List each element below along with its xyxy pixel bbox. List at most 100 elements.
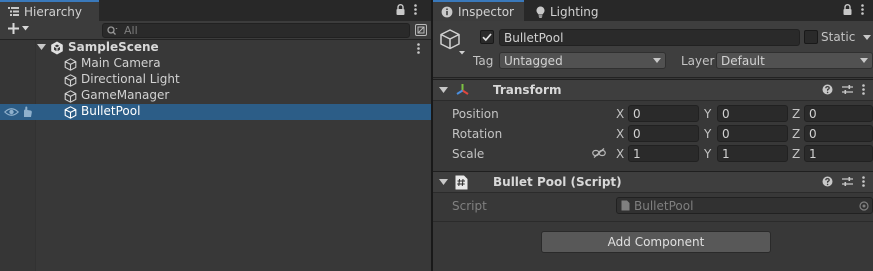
foldout-triangle-icon[interactable] [439, 179, 448, 186]
position-y-axis-label[interactable]: Y [704, 107, 711, 121]
scale-z-axis-label[interactable]: Z [792, 147, 800, 161]
object-header: BulletPool Static Tag Untagged Layer Def… [433, 21, 873, 78]
tab-hierarchy-label: Hierarchy [24, 4, 83, 19]
hierarchy-item-label: GameManager [81, 88, 170, 102]
tab-lighting[interactable]: Lighting [528, 0, 620, 21]
tag-dropdown[interactable]: Untagged [499, 52, 666, 69]
hierarchy-list-icon [8, 7, 19, 16]
static-checkbox[interactable] [804, 30, 818, 44]
help-icon[interactable] [822, 176, 833, 187]
hierarchy-panel: Hierarchy All SampleScene Main Camera Di… [0, 0, 432, 271]
pick-hand-icon[interactable] [21, 106, 33, 118]
position-z-field[interactable]: 0 [804, 105, 873, 122]
add-component-label: Add Component [607, 235, 705, 249]
rotation-label: Rotation [452, 127, 503, 141]
position-x-axis-label[interactable]: X [616, 107, 624, 121]
position-z-value: 0 [809, 106, 817, 121]
search-input[interactable] [124, 24, 384, 37]
object-name-field[interactable]: BulletPool [499, 29, 800, 46]
static-dropdown-icon[interactable] [863, 35, 871, 40]
add-component-button[interactable]: Add Component [541, 231, 771, 253]
foldout-triangle-icon[interactable] [439, 87, 448, 94]
scale-z-field[interactable]: 1 [804, 145, 873, 162]
gameobject-cube-icon [64, 90, 77, 103]
tab-inspector[interactable]: Inspector [433, 0, 524, 21]
script-reference-value: BulletPool [634, 198, 694, 213]
rotation-z-field[interactable]: 0 [804, 125, 873, 142]
chevron-down-icon [860, 58, 868, 63]
presets-sliders-icon[interactable] [842, 84, 853, 95]
add-object-button[interactable] [8, 23, 29, 34]
scale-y-value: 1 [722, 146, 730, 161]
transform-axes-icon [455, 83, 470, 98]
hierarchy-item-bulletpool[interactable]: BulletPool [0, 104, 431, 120]
rotation-x-field[interactable]: 0 [628, 125, 699, 142]
rotation-y-value: 0 [722, 126, 730, 141]
component-divider [433, 221, 873, 222]
gameobject-cube-icon [64, 74, 77, 87]
unity-scene-icon [50, 41, 64, 55]
presets-sliders-icon[interactable] [842, 176, 853, 187]
kebab-menu-icon[interactable] [414, 4, 417, 15]
tag-label: Tag [473, 54, 494, 68]
component-menu-icon[interactable] [862, 176, 865, 187]
script-file-icon [455, 175, 468, 190]
hierarchy-item-label: Directional Light [81, 72, 180, 86]
active-checkbox[interactable] [480, 30, 494, 44]
object-picker-icon [859, 201, 869, 211]
rotation-z-axis-label[interactable]: Z [792, 127, 800, 141]
position-y-field[interactable]: 0 [717, 105, 788, 122]
inspector-tabbar: Inspector Lighting [433, 0, 873, 21]
scene-visibility-icon[interactable] [415, 24, 427, 36]
position-x-field[interactable]: 0 [628, 105, 699, 122]
rotation-x-axis-label[interactable]: X [616, 127, 624, 141]
component-menu-icon[interactable] [862, 84, 865, 95]
lock-icon[interactable] [843, 4, 852, 15]
script-reference-field: BulletPool [616, 197, 873, 214]
constrain-proportions-link-icon[interactable] [592, 148, 606, 158]
eye-visibility-icon[interactable] [4, 107, 19, 117]
component-enabled-checkbox-slot [474, 175, 488, 189]
rotation-x-value: 0 [633, 126, 641, 141]
position-z-axis-label[interactable]: Z [792, 107, 800, 121]
layer-dropdown[interactable]: Default [716, 52, 873, 69]
hierarchy-search[interactable] [102, 23, 410, 38]
panel-splitter[interactable] [432, 0, 433, 271]
script-file-small-icon [621, 200, 630, 211]
gameobject-icon[interactable] [440, 29, 466, 55]
bullet-pool-script-header[interactable]: Bullet Pool (Script) [433, 171, 873, 193]
lock-icon[interactable] [396, 4, 405, 15]
position-label: Position [452, 107, 499, 121]
rotation-y-axis-label[interactable]: Y [704, 127, 711, 141]
static-label: Static [821, 30, 856, 44]
scale-x-axis-label[interactable]: X [616, 147, 624, 161]
hierarchy-item-main-camera[interactable]: Main Camera [0, 56, 431, 72]
tab-hierarchy[interactable]: Hierarchy [0, 0, 99, 21]
scale-y-axis-label[interactable]: Y [704, 147, 711, 161]
triangle-down-icon[interactable] [37, 44, 46, 51]
rotation-z-value: 0 [809, 126, 817, 141]
position-y-value: 0 [722, 106, 730, 121]
scale-x-field[interactable]: 1 [628, 145, 699, 162]
scene-menu-icon[interactable] [417, 43, 420, 54]
kebab-menu-icon[interactable] [861, 4, 864, 15]
layer-label: Layer [681, 54, 715, 68]
hierarchy-toolbar [0, 21, 431, 40]
tab-inspector-label: Inspector [458, 4, 514, 19]
hierarchy-item-directional-light[interactable]: Directional Light [0, 72, 431, 88]
help-icon[interactable] [822, 84, 833, 95]
gameobject-cube-icon [64, 58, 77, 71]
tab-lighting-label: Lighting [550, 4, 599, 19]
rotation-y-field[interactable]: 0 [717, 125, 788, 142]
hierarchy-item-label: BulletPool [81, 104, 141, 118]
object-name-value: BulletPool [504, 30, 564, 45]
chevron-down-icon [22, 26, 29, 31]
chevron-down-icon [653, 58, 661, 63]
layer-value: Default [721, 53, 765, 68]
scene-name: SampleScene [68, 40, 159, 54]
transform-header[interactable]: Transform [433, 79, 873, 101]
hierarchy-item-gamemanager[interactable]: GameManager [0, 88, 431, 104]
scene-row[interactable]: SampleScene [0, 40, 431, 56]
scale-y-field[interactable]: 1 [717, 145, 788, 162]
position-x-value: 0 [633, 106, 641, 121]
